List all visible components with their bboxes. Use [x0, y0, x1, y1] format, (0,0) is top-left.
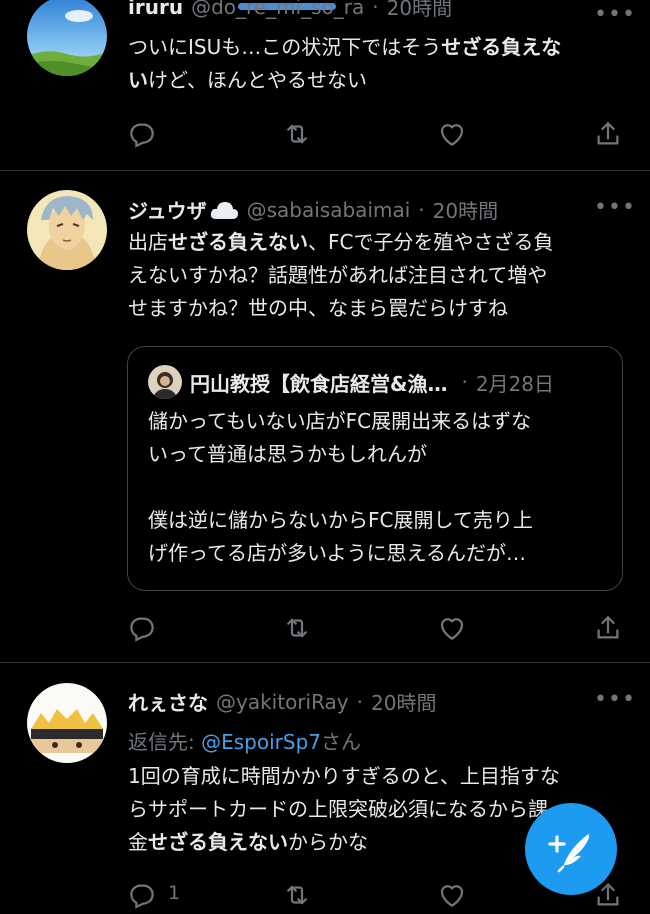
- share-icon[interactable]: [593, 119, 623, 149]
- text-segment: からかな: [288, 830, 368, 854]
- tweet-text: ついにISUも…この状況下ではそうせざる負えな いけど、ほんとやるせない: [128, 31, 628, 97]
- compose-tweet-icon: [548, 834, 590, 873]
- like-icon[interactable]: [437, 880, 467, 910]
- handle[interactable]: @do_re_mi_so_ra: [191, 0, 364, 19]
- text-segment: せますかね？世の中、なまら罠だらけすね: [128, 296, 508, 320]
- quoted-display-name: 円山教授【飲食店経営&漁…: [190, 371, 448, 396]
- reply-icon[interactable]: [127, 613, 157, 643]
- separator: ·: [356, 689, 363, 714]
- reply-mention-link[interactable]: @EspoirSp7: [201, 730, 321, 754]
- retweet-icon[interactable]: [282, 119, 312, 149]
- separator: ·: [461, 370, 468, 394]
- text-segment: らサポートカードの上限突破必須になるから課: [128, 797, 548, 821]
- bold-text: せざる負えない: [148, 830, 288, 854]
- tweet-header: iruru @do_re_mi_so_ra · 20時間: [128, 0, 452, 21]
- text-line: 儲かってもいない店がFC展開出来るはずな: [148, 409, 532, 433]
- separator: ·: [418, 197, 425, 222]
- handle[interactable]: @sabaisabaimai: [247, 198, 411, 222]
- timestamp[interactable]: 20時間: [387, 0, 452, 21]
- bold-text: い: [128, 68, 148, 92]
- bold-text: せざる負えない: [168, 230, 308, 254]
- display-name[interactable]: ジュウザ: [128, 195, 207, 224]
- reply-context: 返信先: @EspoirSp7さん: [128, 726, 361, 755]
- separator: ·: [372, 0, 379, 19]
- text-segment: 出店: [128, 230, 168, 254]
- share-icon[interactable]: [593, 613, 623, 643]
- compose-tweet-button[interactable]: [525, 803, 617, 895]
- more-icon[interactable]: •••: [594, 195, 636, 220]
- text-line: せますかね？世の中、なまら罠だらけすね: [128, 292, 628, 325]
- reply-count: 1: [168, 882, 181, 904]
- tweet-2[interactable]: ジュウザ @sabaisabaimai · 20時間 ••• 出店せざる負えない…: [0, 171, 650, 661]
- quoted-tweet-header: 円山教授【飲食店経営&漁… · 2月28日: [148, 365, 554, 399]
- display-name[interactable]: れぇさな: [128, 687, 208, 716]
- text-line: いけど、ほんとやるせない: [128, 64, 628, 97]
- quoted-avatar: [148, 365, 182, 399]
- quoted-date: 2月28日: [475, 371, 554, 396]
- cloud-emoji: [209, 199, 239, 221]
- text-segment: えないすかね？話題性があれば注目されて増や: [128, 263, 548, 287]
- text-line: 1回の育成に時間かかりすぎるのと、上目指すな: [128, 760, 628, 793]
- handle[interactable]: @yakitoriRay: [216, 690, 349, 714]
- text-line: えないすかね？話題性があれば注目されて増や: [128, 259, 628, 292]
- text-line: 出店せざる負えない、FCで子分を殖やさざる負: [128, 226, 628, 259]
- tweet-1[interactable]: iruru @do_re_mi_so_ra · 20時間 ••• ついにISUも…: [0, 0, 650, 170]
- text-segment: けど、ほんとやるせない: [148, 68, 367, 92]
- reply-prefix: 返信先:: [128, 730, 202, 754]
- reply-icon[interactable]: [127, 880, 157, 910]
- tweet-header: ジュウザ @sabaisabaimai · 20時間: [128, 195, 498, 224]
- avatar[interactable]: [27, 0, 107, 76]
- avatar[interactable]: [27, 190, 107, 270]
- more-icon[interactable]: •••: [594, 687, 636, 712]
- avatar[interactable]: [27, 683, 107, 763]
- text-segment: 金: [128, 830, 148, 854]
- reply-suffix: さん: [321, 730, 361, 754]
- text-line: げ作ってる店が多いように思えるんだが…: [148, 541, 526, 565]
- text-segment: 1回の育成に時間かかりすぎるのと、上目指すな: [128, 764, 560, 788]
- text-segment: 、FCで子分を殖やさざる負: [308, 230, 554, 254]
- bold-text: せざる負えな: [441, 35, 562, 59]
- retweet-icon[interactable]: [282, 880, 312, 910]
- quoted-tweet[interactable]: 円山教授【飲食店経営&漁… · 2月28日 儲かってもいない店がFC展開出来るは…: [127, 346, 623, 591]
- text-line: いって普通は思うかもしれんが: [148, 442, 427, 466]
- tweet-text: 出店せざる負えない、FCで子分を殖やさざる負えないすかね？話題性があれば注目され…: [128, 226, 628, 325]
- text-line: ついにISUも…この状況下ではそうせざる負えな: [128, 31, 628, 64]
- tweet-header: れぇさな @yakitoriRay · 20時間: [128, 687, 436, 716]
- text-line: [148, 471, 608, 504]
- timestamp[interactable]: 20時間: [433, 195, 498, 224]
- text-segment: ついにISUも…この状況下ではそう: [128, 35, 442, 59]
- reply-icon[interactable]: [127, 119, 157, 149]
- retweet-icon[interactable]: [282, 613, 312, 643]
- display-name[interactable]: iruru: [128, 0, 183, 19]
- like-icon[interactable]: [437, 613, 467, 643]
- more-icon[interactable]: •••: [594, 2, 636, 27]
- text-line: 僕は逆に儲からないからFC展開して売り上: [148, 508, 533, 532]
- timestamp[interactable]: 20時間: [371, 687, 436, 716]
- like-icon[interactable]: [437, 119, 467, 149]
- quoted-text: 儲かってもいない店がFC展開出来るはずな いって普通は思うかもしれんが僕は逆に儲か…: [148, 405, 608, 570]
